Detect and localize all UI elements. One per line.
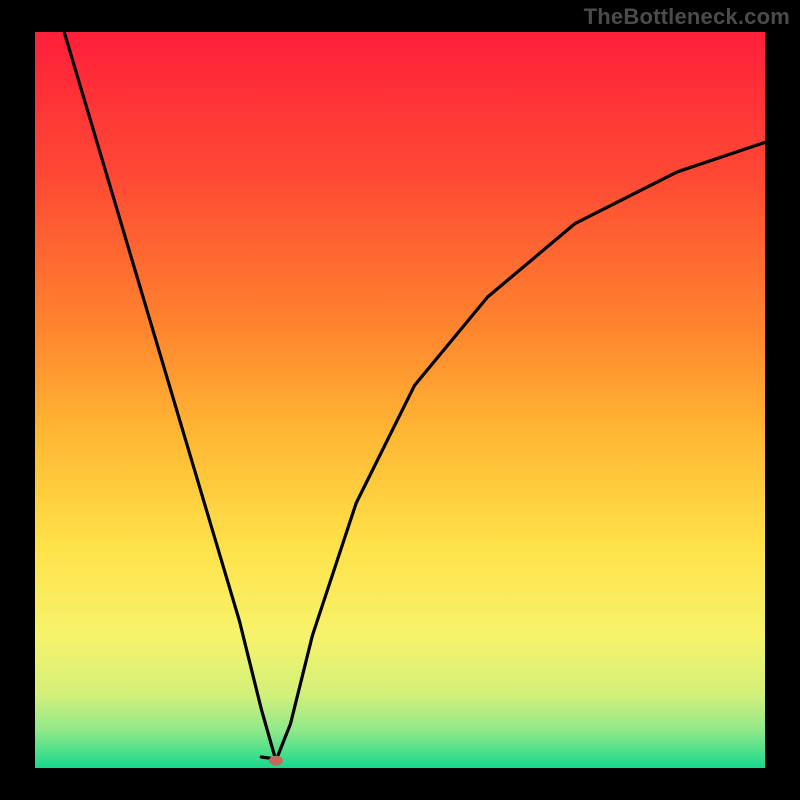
chart-svg	[0, 0, 800, 800]
chart-stage: TheBottleneck.com	[0, 0, 800, 800]
min-marker	[269, 756, 283, 766]
plot-area	[35, 32, 765, 768]
